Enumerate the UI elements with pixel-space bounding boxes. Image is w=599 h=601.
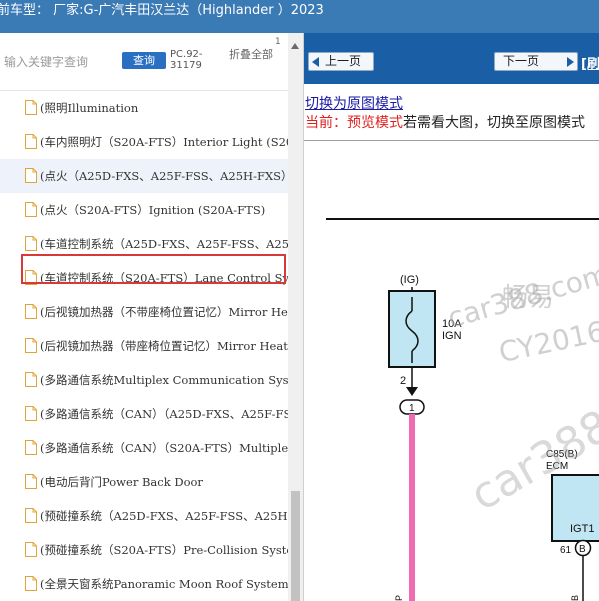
left-panel: 查询 PC.92-31179 折叠全部 1 (照明Illumination (车内…	[0, 33, 304, 601]
query-button[interactable]: 查询	[122, 52, 166, 69]
wiring-diagram[interactable]: (IG) 10A IGN 2 1 P C85(B) ECM IGT1 61 B …	[304, 141, 599, 601]
tree-item-label: (后视镜加热器（带座椅位置记忆）Mirror Heater	[40, 339, 288, 353]
tree-item[interactable]: (预碰撞系统（A25D-FXS、A25F-FSS、A25H-FXS）	[0, 499, 288, 533]
collapse-all-button[interactable]: 折叠全部	[229, 49, 273, 60]
search-row: 查询 PC.92-31179 折叠全部 1	[0, 33, 288, 91]
document-icon	[25, 338, 37, 353]
tree-item[interactable]: (预碰撞系统（S20A-FTS）Pre-Collision System	[0, 533, 288, 567]
tree-item[interactable]: (车道控制系统（A25D-FXS、A25F-FSS、A25H-FXS）	[0, 227, 288, 261]
tree-item[interactable]: (点火（S20A-FTS）Ignition (S20A-FTS)	[0, 193, 288, 227]
tree-item[interactable]: (车内照明灯（S20A-FTS）Interior Light (S20A-FTS…	[0, 125, 288, 159]
document-icon	[25, 202, 37, 217]
ig-label: (IG)	[400, 274, 419, 286]
right-panel: 上一页 下一页 [刷新] 切换为原图模式 当前：预览模式若需看大图，切换至原图模…	[304, 33, 599, 601]
tree-item-label: (点火（S20A-FTS）Ignition (S20A-FTS)	[40, 203, 266, 217]
prev-page-label: 上一页	[325, 54, 362, 68]
document-icon	[25, 304, 37, 319]
tree-item-label: (全景天窗系统Panoramic Moon Roof System	[40, 577, 288, 591]
switch-original-mode-link[interactable]: 切换为原图模式	[305, 93, 403, 113]
wiring-diagram-svg: (IG) 10A IGN 2 1 P C85(B) ECM IGT1 61 B …	[326, 218, 599, 601]
search-input[interactable]	[4, 51, 114, 73]
document-icon	[25, 236, 37, 251]
tree-scrollbar[interactable]	[288, 33, 303, 601]
arrow-right-icon	[567, 57, 574, 67]
document-icon	[25, 576, 37, 591]
tree-item[interactable]: (后视镜加热器（带座椅位置记忆）Mirror Heater	[0, 329, 288, 363]
tree-item-label: (点火（A25D-FXS、A25F-FSS、A25H-FXS）	[40, 169, 288, 183]
ecm-pin-number: 61	[560, 545, 572, 556]
tree-item-label: (预碰撞系统（S20A-FTS）Pre-Collision System	[40, 543, 288, 557]
tree-item[interactable]: (后视镜加热器（不带座椅位置记忆）Mirror Heater	[0, 295, 288, 329]
connector-arrow-icon	[406, 387, 418, 396]
arrow-left-icon	[312, 57, 319, 67]
tree-item-label: (车道控制系统（S20A-FTS）Lane Control System	[40, 271, 288, 285]
vehicle-title: 前车型： 厂家:G-广汽丰田汉兰达（Highlander ）2023	[0, 3, 324, 18]
connector-1-label: 1	[409, 403, 415, 414]
document-icon	[25, 270, 37, 285]
document-icon	[25, 134, 37, 149]
tree-item-label: (电动后背门Power Back Door	[40, 475, 203, 489]
ecm-pin-letter: B	[579, 544, 586, 555]
tree-item-label: (车内照明灯（S20A-FTS）Interior Light (S20A-FTS…	[40, 135, 288, 149]
ecm-pin-name: IGT1	[570, 523, 594, 535]
document-icon	[25, 100, 37, 115]
tree-item-label: (后视镜加热器（不带座椅位置记忆）Mirror Heater	[40, 305, 288, 319]
pin-2-label: 2	[400, 375, 406, 387]
next-page-label: 下一页	[503, 54, 540, 68]
tree-item-label: (多路通信系统（CAN）（S20A-FTS）Multiplex	[40, 441, 288, 455]
document-tree: (照明Illumination (车内照明灯（S20A-FTS）Interior …	[0, 91, 288, 601]
page-nav-bar: 上一页 下一页 [刷新]	[304, 33, 599, 84]
tree-item[interactable]: (电动后背门Power Back Door	[0, 465, 288, 499]
tree-item-label: (照明Illumination	[40, 101, 139, 115]
document-icon	[25, 474, 37, 489]
document-icon	[25, 168, 37, 183]
document-icon	[25, 508, 37, 523]
mode-hint: 若需看大图，切换至原图模式	[403, 115, 585, 131]
tree-item-label: (多路通信系统Multiplex Communication System	[40, 373, 288, 387]
tree-item[interactable]: (全景天窗系统Panoramic Moon Roof System	[0, 567, 288, 601]
tree-item[interactable]: (点火（A25D-FXS、A25F-FSS、A25H-FXS）	[0, 159, 288, 193]
wire-left-letter: P	[394, 595, 404, 601]
pc-number: PC.92-31179	[170, 49, 203, 71]
title-bar: 前车型： 厂家:G-广汽丰田汉兰达（Highlander ）2023	[0, 0, 599, 33]
document-icon	[25, 542, 37, 557]
next-page-button[interactable]: 下一页	[494, 52, 578, 71]
wire-right-letter: B	[570, 595, 580, 601]
document-icon	[25, 440, 37, 455]
document-icon	[25, 372, 37, 387]
tree-item-label: (车道控制系统（A25D-FXS、A25F-FSS、A25H-FXS）	[40, 237, 288, 251]
prev-page-button[interactable]: 上一页	[308, 52, 374, 71]
tree-item[interactable]: (照明Illumination	[0, 91, 288, 125]
tree-item[interactable]: (多路通信系统Multiplex Communication System	[0, 363, 288, 397]
refresh-link[interactable]: [刷新]	[581, 53, 599, 72]
tree-item[interactable]: (多路通信系统（CAN）（S20A-FTS）Multiplex	[0, 431, 288, 465]
tree-item[interactable]: (多路通信系统（CAN）（A25D-FXS、A25F-FSS）	[0, 397, 288, 431]
mode-status: 当前：预览模式若需看大图，切换至原图模式	[305, 112, 585, 132]
mode-current: 当前：预览模式	[305, 115, 403, 131]
tree-item[interactable]: (车道控制系统（S20A-FTS）Lane Control System	[0, 261, 288, 295]
scroll-up-arrow[interactable]	[291, 43, 299, 49]
tree-item-label: (多路通信系统（CAN）（A25D-FXS、A25F-FSS）	[40, 407, 288, 421]
tree-item-label: (预碰撞系统（A25D-FXS、A25F-FSS、A25H-FXS）	[40, 509, 288, 523]
document-icon	[25, 406, 37, 421]
scroll-indicator: 1	[275, 37, 281, 47]
scroll-thumb[interactable]	[291, 491, 300, 601]
